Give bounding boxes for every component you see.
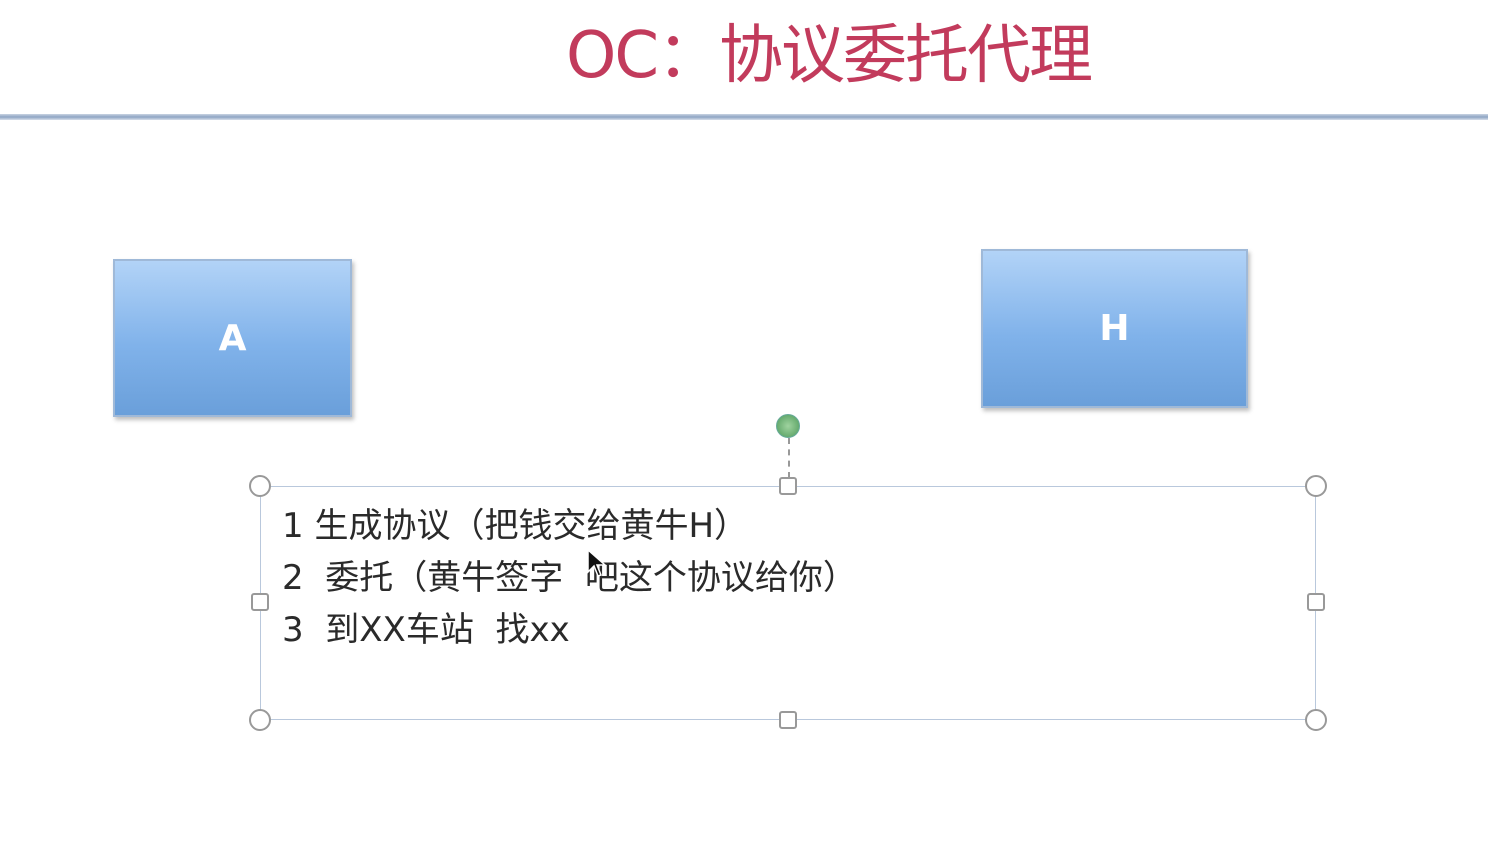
text-line-2: 2 委托（黄牛签字 吧这个协议给你） <box>282 558 857 598</box>
rotation-connector <box>788 438 790 478</box>
resize-handle-left[interactable] <box>251 593 269 611</box>
resize-handle-bottom[interactable] <box>779 711 797 729</box>
text-line-3: 3 到XX车站 找xx <box>282 610 570 650</box>
resize-handle-bottom-right[interactable] <box>1305 709 1327 731</box>
text-box-content[interactable]: 1 生成协议（把钱交给黄牛H） 2 委托（黄牛签字 吧这个协议给你） 3 到XX车站… <box>282 500 857 656</box>
shape-box-h[interactable]: H <box>981 249 1248 408</box>
rotation-handle[interactable] <box>776 414 800 438</box>
resize-handle-top-left[interactable] <box>249 475 271 497</box>
box-h-label: H <box>1099 308 1130 349</box>
mouse-cursor-icon <box>587 548 607 577</box>
slide-title: OC：协议委托代理 <box>566 19 1093 93</box>
title-divider <box>0 114 1488 120</box>
resize-handle-bottom-left[interactable] <box>249 709 271 731</box>
resize-handle-top[interactable] <box>779 477 797 495</box>
shape-box-a[interactable]: A <box>113 259 352 417</box>
box-a-label: A <box>218 317 247 359</box>
resize-handle-right[interactable] <box>1307 593 1325 611</box>
text-line-1: 1 生成协议（把钱交给黄牛H） <box>282 506 749 546</box>
resize-handle-top-right[interactable] <box>1305 475 1327 497</box>
